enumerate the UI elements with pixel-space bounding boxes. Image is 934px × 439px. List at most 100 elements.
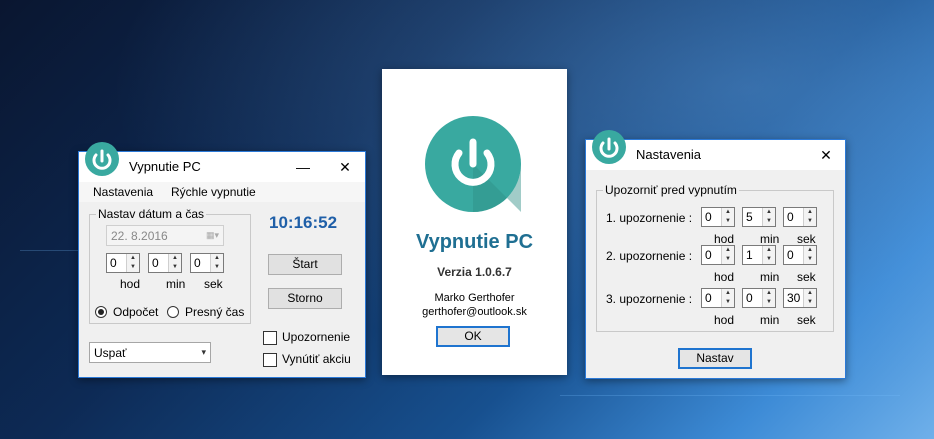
about-author: Marko Gerthofer — [434, 292, 515, 304]
seconds-spinner[interactable]: 0 ▲ ▼ — [190, 253, 224, 273]
spin-up-icon[interactable]: ▲ — [764, 208, 774, 216]
warning-2-minutes[interactable]: 1 ▲ ▼ — [742, 245, 776, 265]
warning-2-hours[interactable]: 0 ▲ ▼ — [701, 245, 735, 265]
spin-up-icon[interactable]: ▲ — [212, 254, 222, 262]
spin-up-icon[interactable]: ▲ — [764, 289, 774, 297]
ok-button-label: OK — [464, 329, 482, 343]
spin-up-icon[interactable]: ▲ — [723, 208, 733, 216]
power-icon — [425, 116, 521, 212]
spin-up-icon[interactable]: ▲ — [764, 246, 774, 254]
seconds-label: sek — [797, 313, 816, 327]
minutes-value: 0 — [152, 256, 159, 270]
warning-checkbox[interactable] — [263, 331, 277, 345]
spin-up-icon[interactable]: ▲ — [170, 254, 180, 262]
spin-down-icon[interactable]: ▼ — [764, 217, 774, 225]
warning-3-hours[interactable]: 0 ▲ ▼ — [701, 288, 735, 308]
minimize-button[interactable]: — — [283, 152, 323, 182]
spin-up-icon[interactable]: ▲ — [128, 254, 138, 262]
about-version: Verzia 1.0.6.7 — [437, 265, 512, 279]
warning-2-label: 2. upozornenie : — [606, 249, 693, 263]
spin-down-icon[interactable]: ▼ — [170, 263, 180, 271]
start-button[interactable]: Štart — [268, 254, 342, 275]
about-email: gerthofer@outlook.sk — [422, 306, 527, 318]
spin-down-icon[interactable]: ▼ — [805, 298, 815, 306]
close-button[interactable]: ✕ — [806, 140, 846, 170]
spinner-value: 30 — [787, 291, 801, 305]
warning-2-seconds[interactable]: 0 ▲ ▼ — [783, 245, 817, 265]
warning-checkbox-label: Upozornenie — [282, 330, 351, 344]
force-action-checkbox[interactable] — [263, 353, 277, 367]
minutes-label: min — [760, 313, 780, 327]
spin-up-icon[interactable]: ▲ — [723, 246, 733, 254]
spin-down-icon[interactable]: ▼ — [723, 217, 733, 225]
titlebar: Nastavenia ✕ — [586, 130, 846, 170]
date-picker[interactable]: 22. 8.2016 ▦▾ — [106, 225, 224, 246]
spin-down-icon[interactable]: ▼ — [764, 298, 774, 306]
warning-3-minutes[interactable]: 0 ▲ ▼ — [742, 288, 776, 308]
hours-label: hod — [120, 277, 141, 291]
spin-up-icon[interactable]: ▲ — [723, 289, 733, 297]
cancel-button[interactable]: Storno — [268, 288, 342, 309]
date-value: 22. 8.2016 — [111, 229, 168, 243]
radio-exact-time[interactable] — [167, 306, 179, 318]
chevron-down-icon: ▾ — [201, 347, 206, 357]
spinner-value: 0 — [787, 210, 794, 224]
spinner-value: 1 — [746, 248, 753, 262]
settings-window: Nastavenia ✕ Upozorniť pred vypnutím 1. … — [585, 130, 846, 379]
window-title: Vypnutie PC — [129, 159, 201, 174]
spin-down-icon[interactable]: ▼ — [764, 255, 774, 263]
warning-3-seconds[interactable]: 30 ▲ ▼ — [783, 288, 817, 308]
spin-down-icon[interactable]: ▼ — [805, 217, 815, 225]
spin-down-icon[interactable]: ▼ — [805, 255, 815, 263]
action-select[interactable]: Uspať ▾ — [89, 342, 211, 363]
about-window: Vypnutie PC Verzia 1.0.6.7 Marko Gerthof… — [382, 69, 567, 375]
spin-up-icon[interactable]: ▲ — [805, 208, 815, 216]
seconds-value: 0 — [194, 256, 201, 270]
radio-countdown-label: Odpočet — [113, 305, 159, 319]
spin-down-icon[interactable]: ▼ — [128, 263, 138, 271]
spin-up-icon[interactable]: ▲ — [805, 246, 815, 254]
spin-down-icon[interactable]: ▼ — [212, 263, 222, 271]
seconds-label: sek — [797, 270, 816, 284]
close-button[interactable]: ✕ — [325, 152, 365, 182]
warning-1-hours[interactable]: 0 ▲ ▼ — [701, 207, 735, 227]
minutes-label: min — [166, 277, 186, 291]
power-icon — [85, 142, 119, 176]
radio-countdown[interactable] — [95, 306, 107, 318]
warning-1-minutes[interactable]: 5 ▲ ▼ — [742, 207, 776, 227]
power-icon — [592, 130, 626, 164]
group-title: Upozorniť pred vypnutím — [603, 183, 739, 197]
spinner-value: 5 — [746, 210, 753, 224]
about-app-name: Vypnutie PC — [415, 231, 534, 253]
hours-spinner[interactable]: 0 ▲ ▼ — [106, 253, 140, 273]
start-button-label: Štart — [292, 257, 318, 271]
spin-up-icon[interactable]: ▲ — [805, 289, 815, 297]
action-select-value: Uspať — [94, 346, 127, 360]
menu-settings[interactable]: Nastavenia — [93, 185, 153, 199]
calendar-dropdown-icon: ▦▾ — [205, 230, 219, 240]
spinner-value: 0 — [705, 291, 712, 305]
spinner-value: 0 — [787, 248, 794, 262]
hours-label: hod — [714, 313, 735, 327]
minutes-spinner[interactable]: 0 ▲ ▼ — [148, 253, 182, 273]
window-title: Nastavenia — [636, 147, 702, 162]
warning-1-label: 1. upozornenie : — [606, 211, 693, 225]
warning-1-seconds[interactable]: 0 ▲ ▼ — [783, 207, 817, 227]
radio-exact-time-label: Presný čas — [185, 305, 245, 319]
minutes-label: min — [760, 270, 780, 284]
clock-display: 10:16:52 — [269, 213, 338, 232]
spin-down-icon[interactable]: ▼ — [723, 298, 733, 306]
force-action-checkbox-label: Vynútiť akciu — [282, 352, 351, 366]
set-button-label: Nastav — [696, 351, 734, 365]
set-button[interactable]: Nastav — [678, 348, 752, 369]
spinner-value: 0 — [746, 291, 753, 305]
menu-quick-shutdown[interactable]: Rýchle vypnutie — [171, 185, 256, 199]
menu-bar: Nastavenia Rýchle vypnutie — [79, 182, 365, 202]
minutes-label: min — [760, 232, 780, 246]
spin-down-icon[interactable]: ▼ — [723, 255, 733, 263]
titlebar: Vypnutie PC — ✕ — [79, 142, 365, 182]
cancel-button-label: Storno — [287, 291, 323, 305]
ok-button[interactable]: OK — [436, 326, 510, 347]
warning-3-label: 3. upozornenie : — [606, 292, 693, 306]
main-window: Vypnutie PC — ✕ Nastavenia Rýchle vypnut… — [78, 142, 366, 378]
